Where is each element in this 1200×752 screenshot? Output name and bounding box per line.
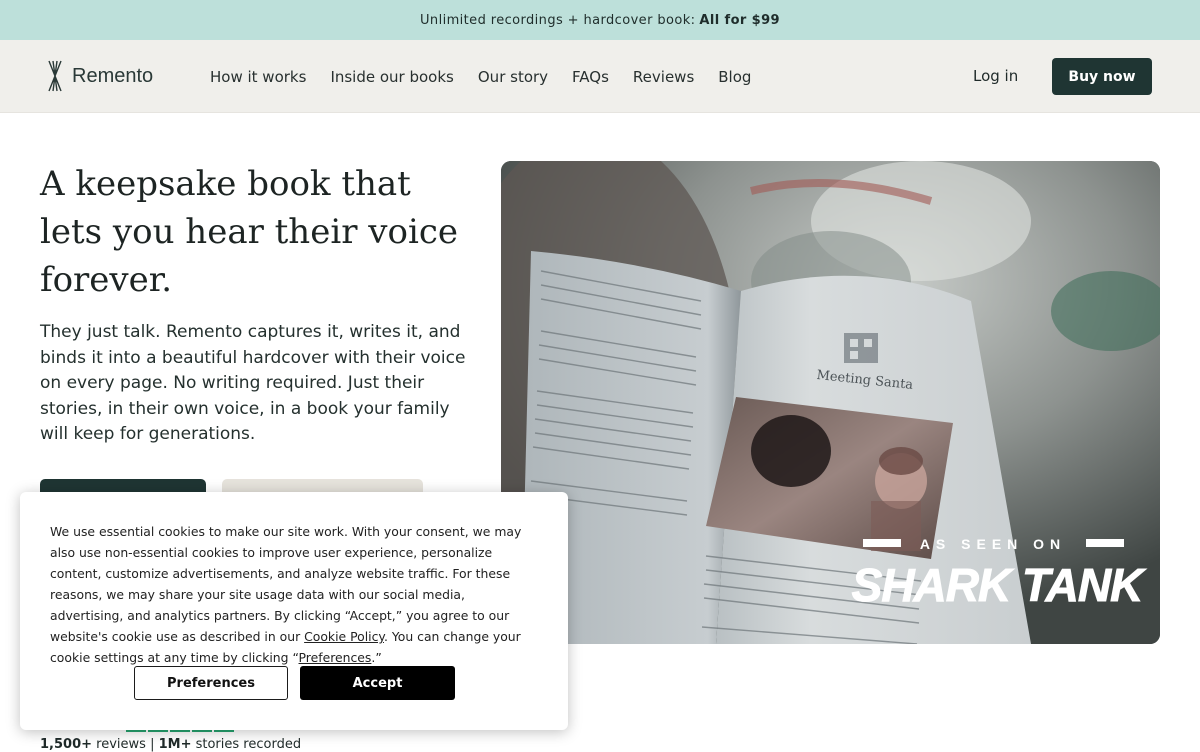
login-link[interactable]: Log in <box>973 67 1018 85</box>
accept-button[interactable]: Accept <box>300 666 455 700</box>
cookie-preferences-link[interactable]: Preferences <box>299 650 372 665</box>
nav-inside-our-books[interactable]: Inside our books <box>330 68 453 86</box>
cookie-text-part1: We use essential cookies to make our sit… <box>50 524 522 644</box>
cookie-text: We use essential cookies to make our sit… <box>50 521 540 668</box>
nav-our-story[interactable]: Our story <box>478 68 548 86</box>
promo-price: All for $99 <box>699 12 780 28</box>
promo-banner: Unlimited recordings + hardcover book: A… <box>0 0 1200 40</box>
cookie-text-part3: .” <box>371 650 382 665</box>
promo-text: Unlimited recordings + hardcover book: <box>420 12 696 28</box>
badge-as-seen-on: AS SEEN ON <box>920 536 1066 552</box>
book-photo-illustration: Meeting Santa AS SEEN ON SHARK TANK <box>501 161 1160 644</box>
remento-logo-icon <box>48 60 62 92</box>
cookie-policy-link[interactable]: Cookie Policy <box>304 629 384 644</box>
preferences-button[interactable]: Preferences <box>134 666 288 700</box>
cookie-consent-dialog: We use essential cookies to make our sit… <box>20 492 568 730</box>
nav-reviews[interactable]: Reviews <box>633 68 694 86</box>
hero-subtitle: They just talk. Remento captures it, wri… <box>40 322 466 444</box>
site-header: Remento How it works Inside our books Ou… <box>0 40 1200 113</box>
logo[interactable]: Remento <box>46 60 153 92</box>
nav-blog[interactable]: Blog <box>718 68 751 86</box>
main-nav: How it works Inside our books Our story … <box>210 40 775 113</box>
hero-image: Meeting Santa AS SEEN ON SHARK TANK <box>501 161 1160 644</box>
nav-faqs[interactable]: FAQs <box>572 68 609 86</box>
nav-how-it-works[interactable]: How it works <box>210 68 306 86</box>
hero-title: A keepsake book that lets you hear their… <box>40 164 458 300</box>
buy-now-button[interactable]: Buy now <box>1052 58 1152 95</box>
brand-name: Remento <box>72 64 154 87</box>
badge-shark-tank: SHARK TANK <box>852 559 1146 611</box>
